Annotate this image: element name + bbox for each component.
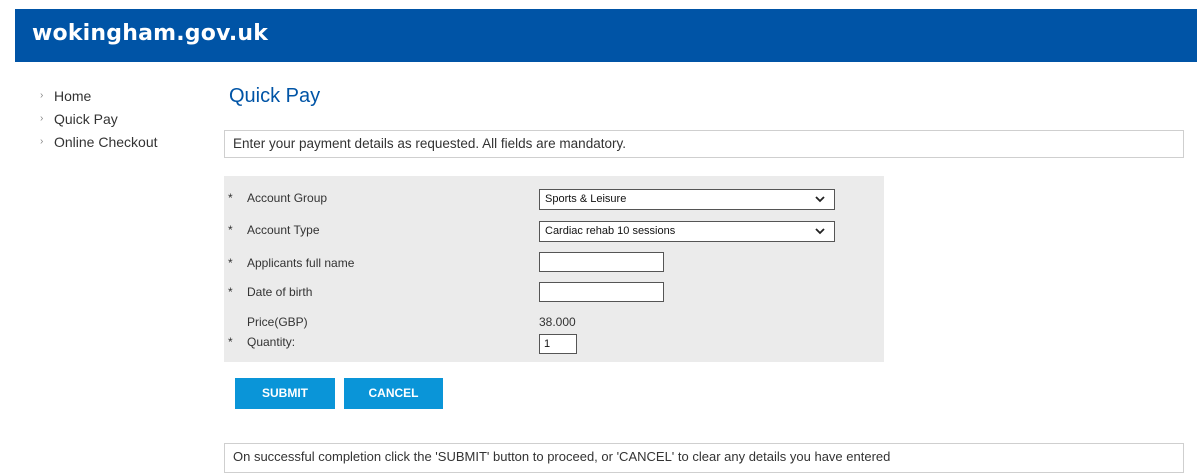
account-group-label: Account Group: [247, 191, 328, 205]
date-of-birth-label: Date of birth: [247, 285, 313, 299]
nav-bullet-icon: ›: [40, 113, 44, 124]
applicant-name-label: Applicants full name: [247, 256, 355, 270]
nav-item-label[interactable]: Quick Pay: [54, 111, 118, 127]
price-label: Price(GBP): [247, 315, 308, 329]
nav-bullet-icon: ›: [40, 136, 44, 147]
account-type-select[interactable]: Cardiac rehab 10 sessions: [539, 221, 835, 242]
required-marker: *: [228, 256, 233, 270]
chevron-down-icon: [815, 228, 825, 235]
site-header: wokingham.gov.uk: [15, 9, 1197, 62]
nav-item-label[interactable]: Home: [54, 88, 91, 104]
nav-item-quick-pay[interactable]: › Quick Pay: [40, 111, 210, 134]
price-value: 38.000: [539, 315, 576, 329]
site-brand-link[interactable]: wokingham.gov.uk: [32, 21, 268, 46]
account-type-label: Account Type: [247, 223, 320, 237]
form-row-applicant-name: * Applicants full name: [224, 252, 884, 280]
cancel-button[interactable]: CANCEL: [344, 378, 443, 409]
form-row-date-of-birth: * Date of birth: [224, 282, 884, 309]
instructions-box: Enter your payment details as requested.…: [224, 130, 1184, 158]
nav-bullet-icon: ›: [40, 90, 44, 101]
nav-item-online-checkout[interactable]: › Online Checkout: [40, 134, 210, 157]
nav-item-label[interactable]: Online Checkout: [54, 134, 158, 150]
date-of-birth-input[interactable]: [539, 282, 664, 302]
sidebar-nav: › Home › Quick Pay › Online Checkout: [40, 88, 210, 157]
required-marker: *: [228, 335, 233, 349]
applicant-name-input[interactable]: [539, 252, 664, 272]
required-marker: *: [228, 191, 233, 205]
nav-item-home[interactable]: › Home: [40, 88, 210, 111]
submit-button[interactable]: SUBMIT: [235, 378, 335, 409]
quantity-label: Quantity:: [247, 335, 296, 349]
payment-form: * Account Group Sports & Leisure * Accou…: [224, 176, 884, 362]
required-marker: *: [228, 285, 233, 299]
form-row-account-type: * Account Type Cardiac rehab 10 sessions: [224, 221, 884, 247]
form-row-quantity: * Quantity: 1: [224, 334, 884, 359]
form-row-account-group: * Account Group Sports & Leisure: [224, 189, 884, 215]
chevron-down-icon: [815, 196, 825, 203]
required-marker: *: [228, 223, 233, 237]
page-title: Quick Pay: [229, 85, 321, 107]
account-group-selected-value: Sports & Leisure: [545, 193, 627, 205]
account-type-selected-value: Cardiac rehab 10 sessions: [545, 225, 676, 237]
account-group-select[interactable]: Sports & Leisure: [539, 189, 835, 210]
quantity-input[interactable]: 1: [539, 334, 577, 354]
